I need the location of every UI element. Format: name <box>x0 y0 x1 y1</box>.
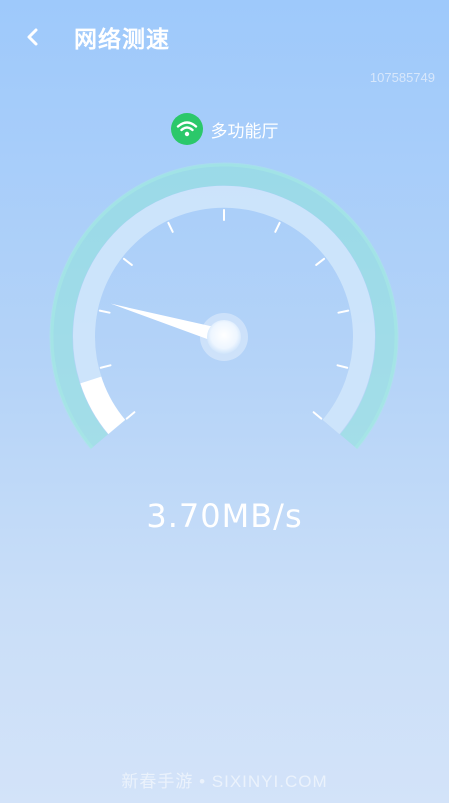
speed-value: 3.70MB/s <box>146 497 303 535</box>
app-header: 网络测速 <box>0 0 449 72</box>
gauge-tick <box>312 411 323 420</box>
gauge-tick <box>337 309 350 314</box>
back-button[interactable] <box>16 20 50 54</box>
wifi-icon <box>170 113 203 145</box>
gauge-tick <box>99 364 112 369</box>
network-name: 多功能厅 <box>210 121 279 142</box>
gauge-hub <box>207 320 241 354</box>
gauge-tick <box>315 257 326 266</box>
gauge-tick <box>125 411 136 420</box>
gauge-tick <box>98 309 111 314</box>
speed-gauge <box>49 162 399 450</box>
page-title: 网络测速 <box>74 27 170 53</box>
gauge-tick <box>274 221 281 233</box>
gauge-tick <box>167 221 174 233</box>
gauge-tick <box>336 364 349 369</box>
watermark: 新春手游 • SIXINYI.COM <box>121 772 328 791</box>
account-id: 107585749 <box>369 70 435 85</box>
chevron-left-icon <box>27 28 38 46</box>
gauge-track <box>73 185 375 435</box>
gauge-tick <box>122 257 133 266</box>
network-indicator: 多功能厅 <box>0 112 449 146</box>
